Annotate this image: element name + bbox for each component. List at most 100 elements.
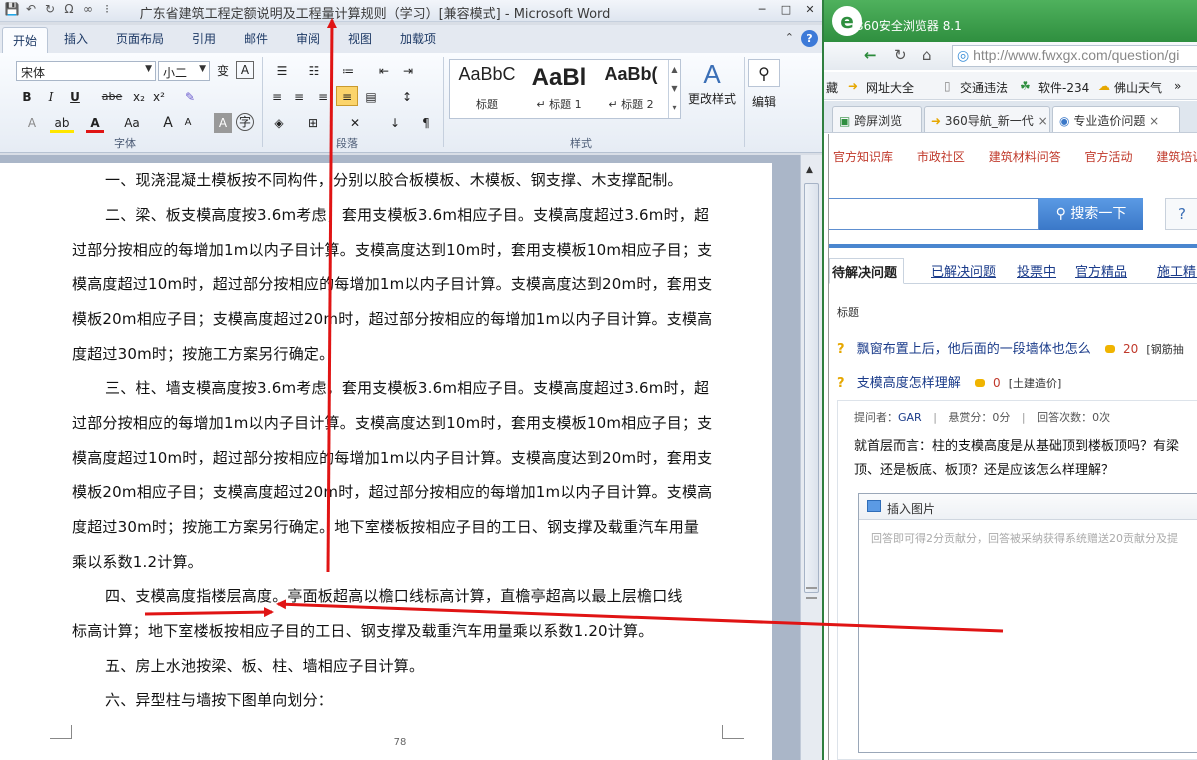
italic-button[interactable]: I (42, 87, 60, 107)
style-heading1[interactable]: AaBl ↵ 标题 1 (524, 64, 594, 112)
browser-tabs: ▣ 跨屏浏览 ➜ 360导航_新一代 × ◉ 专业造价问题 × (824, 101, 1197, 133)
vertical-scrollbar[interactable]: ▲ (800, 155, 822, 760)
bookmark-traffic[interactable]: 交通违法 (960, 79, 1008, 96)
distributed-icon[interactable]: ▤ (362, 87, 380, 107)
site-nav-municipal[interactable]: 市政社区 (917, 150, 965, 164)
question-row[interactable]: ? 支模高度怎样理解 0 [土建造价] (837, 372, 1061, 391)
enclose-char-icon[interactable]: 字 (236, 113, 254, 131)
paragraph-5: 五、房上水池按梁、板、柱、墙相应子目计算。 (105, 657, 425, 675)
asker-name[interactable]: GAR (898, 411, 922, 424)
site-nav-materials[interactable]: 建筑材料问答 (989, 150, 1061, 164)
sort-icon[interactable]: ↓ (384, 113, 406, 133)
gallery-scroll[interactable]: ▲ ▼ ▾ (668, 60, 680, 118)
justify-icon[interactable]: ≡ (336, 86, 358, 106)
tab-pending[interactable]: 待解决问题 (829, 258, 905, 284)
change-case-button[interactable]: Aa (120, 113, 144, 133)
minimize-button[interactable]: ─ (754, 2, 770, 18)
tab-label: 跨屏浏览 (854, 114, 903, 128)
more-bookmarks-button[interactable]: » (1174, 79, 1181, 93)
question-title[interactable]: 支模高度怎样理解 (857, 376, 961, 391)
insert-image-button[interactable]: 插入图片 (887, 500, 935, 517)
site-nav-events[interactable]: 官方活动 (1085, 150, 1133, 164)
close-tab-icon[interactable]: × (1149, 114, 1159, 128)
bookmark-weather[interactable]: 佛山天气 (1114, 79, 1162, 96)
reply-editor[interactable]: 插入图片 回答即可得2分贡献分，回答被采纳获得系统赠送20贡献分及提 (858, 493, 1197, 753)
grow-font-button[interactable]: A (160, 113, 176, 133)
highlight-icon[interactable]: ab (50, 113, 74, 133)
tab-view[interactable]: 视图 (348, 30, 372, 47)
document-page[interactable]: 一、现浇混凝土模板按不同构件，分别以胶合板模板、木模板、钢支撑、木支撑配制。 二… (0, 163, 772, 760)
question-row[interactable]: ? 飘窗布置上后，他后面的一段墙体也怎么 20 [钢筋抽 (837, 338, 1184, 357)
shrink-font-button[interactable]: A (180, 113, 196, 133)
phonetic-guide-icon[interactable]: 变 (214, 61, 232, 81)
question-title[interactable]: 飘窗布置上后，他后面的一段墙体也怎么 (857, 342, 1091, 357)
scroll-thumb[interactable] (804, 183, 819, 593)
borders-icon[interactable]: ⊞ (302, 113, 324, 133)
refresh-icon[interactable]: ↻ (894, 46, 907, 64)
tab-review[interactable]: 审阅 (296, 30, 320, 47)
style-heading2[interactable]: AaBb( ↵ 标题 2 (596, 64, 666, 112)
back-icon[interactable]: ← (864, 46, 877, 64)
search-icon: ⚲ (1055, 206, 1066, 222)
tab-solved[interactable]: 已解决问题 (931, 261, 996, 280)
site-nav-kb[interactable]: 官方知识库 (833, 150, 893, 164)
superscript-button[interactable]: x² (150, 87, 168, 107)
tab-360-nav[interactable]: ➜ 360导航_新一代 × (924, 106, 1050, 132)
numbering-icon[interactable]: ☷ (302, 61, 326, 81)
tab-cost-questions[interactable]: ◉ 专业造价问题 × (1052, 106, 1180, 132)
text-effect-button[interactable]: A (22, 113, 42, 133)
bold-button[interactable]: B (18, 87, 36, 107)
screen-icon: ▣ (839, 114, 851, 128)
underline-button[interactable]: U (66, 87, 84, 107)
search-button[interactable]: ⚲ 搜索一下 (1039, 198, 1143, 230)
font-size-combo[interactable]: 小二 ▼ (158, 61, 210, 81)
change-styles-button[interactable]: A 更改样式 (684, 59, 740, 107)
home-icon[interactable]: ⌂ (922, 46, 932, 64)
close-tab-icon[interactable]: × (1038, 114, 1048, 128)
char-border-icon[interactable]: A (236, 61, 254, 79)
tab-voting[interactable]: 投票中 (1017, 261, 1056, 280)
chinese-layout-icon[interactable]: ✕ (344, 113, 366, 133)
tab-mailings[interactable]: 邮件 (244, 30, 268, 47)
strikethrough-button[interactable]: abe (100, 87, 124, 107)
bookmark-software[interactable]: 软件-234 (1038, 79, 1089, 96)
help-icon[interactable]: ? (801, 30, 818, 47)
address-bar[interactable]: ◎ http://www.fwxgx.com/question/gi (952, 45, 1197, 67)
bullets-icon[interactable]: ☰ (270, 61, 294, 81)
tab-construction[interactable]: 施工精品 (1157, 261, 1197, 280)
tab-insert[interactable]: 插入 (64, 30, 88, 47)
paragraph-2-line-5: 度超过30m时；按施工方案另行确定。 (72, 345, 335, 363)
align-right-icon[interactable]: ≡ (314, 87, 332, 107)
site-nav-training[interactable]: 建筑培训 (1156, 150, 1197, 164)
font-name-combo[interactable]: 宋体 ▼ (16, 61, 156, 81)
align-left-icon[interactable]: ≡ (268, 87, 286, 107)
shading-icon[interactable]: ◈ (268, 113, 290, 133)
align-center-icon[interactable]: ≡ (290, 87, 308, 107)
tab-addins[interactable]: 加载项 (400, 30, 436, 47)
editing-button[interactable]: ⚲ 编辑 (748, 59, 780, 110)
tab-page-layout[interactable]: 页面布局 (116, 30, 164, 47)
close-button[interactable]: ✕ (802, 2, 818, 18)
bookmark-favorites[interactable]: 藏 (826, 79, 838, 96)
search-input[interactable] (829, 198, 1039, 230)
help-button[interactable]: ? (1165, 198, 1197, 230)
font-color-button[interactable]: A (86, 113, 104, 133)
increase-indent-icon[interactable]: ⇥ (398, 61, 418, 81)
char-shading-icon[interactable]: A (214, 113, 232, 133)
show-marks-icon[interactable]: ¶ (416, 113, 436, 133)
tab-cross-screen[interactable]: ▣ 跨屏浏览 (832, 106, 922, 132)
multilevel-list-icon[interactable]: ≔ (336, 61, 360, 81)
minimize-ribbon-icon[interactable]: ⌃ (785, 31, 794, 44)
subscript-button[interactable]: x₂ (130, 87, 148, 107)
maximize-button[interactable]: □ (778, 2, 794, 18)
bookmark-web-directory[interactable]: 网址大全 (866, 79, 914, 96)
clear-format-icon[interactable]: ✎ (180, 87, 200, 107)
scroll-up-icon[interactable]: ▲ (806, 165, 813, 175)
line-spacing-icon[interactable]: ↕ (396, 87, 418, 107)
question-icon: ? (837, 342, 845, 357)
decrease-indent-icon[interactable]: ⇤ (374, 61, 394, 81)
tab-references[interactable]: 引用 (192, 30, 216, 47)
tab-home[interactable]: 开始 (2, 27, 49, 53)
tab-official[interactable]: 官方精品 (1075, 261, 1127, 280)
style-title[interactable]: AaBbC 标题 (452, 64, 522, 112)
